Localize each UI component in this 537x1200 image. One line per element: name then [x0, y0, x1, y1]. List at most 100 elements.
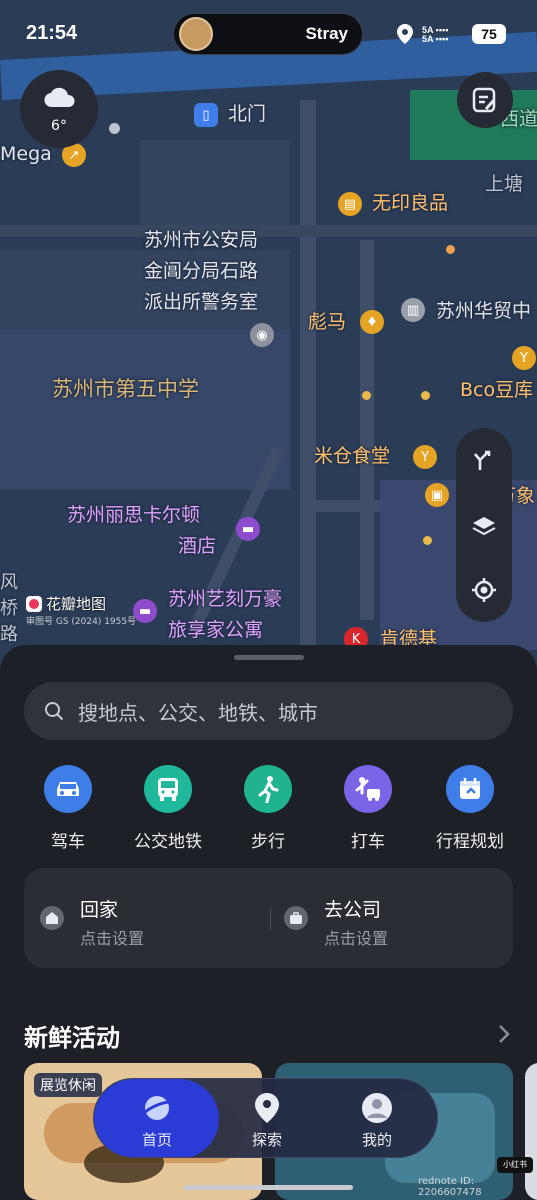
app-root: { "status_bar": { "time": "21:54", "now_…: [0, 0, 537, 1200]
puma-label[interactable]: 彪马: [308, 313, 346, 332]
route-split-icon: [474, 450, 491, 470]
quick-action-label: 公交地铁: [134, 832, 202, 852]
quick-action-taxi[interactable]: 打车: [320, 765, 416, 852]
clock: 21:54: [26, 22, 78, 44]
search-placeholder: 搜地点、公交、地铁、城市: [78, 700, 318, 725]
quick-action-label: 驾车: [51, 832, 85, 852]
nav-home[interactable]: 首页: [102, 1091, 212, 1150]
poi-dot: [423, 536, 432, 545]
search-input[interactable]: 搜地点、公交、地铁、城市: [24, 682, 513, 740]
bus-icon: [144, 765, 192, 813]
weather-widget[interactable]: 6°: [20, 70, 98, 148]
signal-bottom-label: 5A: [422, 34, 434, 44]
layers-button[interactable]: [456, 498, 512, 554]
school-label[interactable]: 苏州市第五中学: [52, 379, 199, 400]
album-art: [179, 17, 213, 51]
map-controls: [456, 428, 512, 622]
poi-dot: [446, 245, 455, 254]
planet-icon: [140, 1091, 174, 1125]
section-title: 新鲜活动: [24, 1024, 120, 1052]
police-label-line1[interactable]: 苏州市公安局: [144, 231, 258, 250]
nav-label: 探索: [251, 1131, 282, 1149]
hotel-pin-icon: ▬: [133, 599, 157, 623]
saved-places-card: 回家 点击设置 去公司 点击设置: [24, 868, 513, 968]
user-icon: [360, 1091, 394, 1125]
quick-action-drive[interactable]: 驾车: [20, 765, 116, 852]
status-bar: 21:54 Stray 5A ▪▪▪▪ 5A ▪▪▪▪ 75: [0, 0, 537, 70]
activity-tag: 展览休闲: [34, 1073, 102, 1097]
locate-me-button[interactable]: [456, 562, 512, 618]
nav-explore[interactable]: 探索: [212, 1091, 322, 1150]
briefcase-icon: [284, 906, 308, 930]
ritz-label-line1[interactable]: 苏州丽思卡尔顿: [67, 506, 200, 525]
bottom-nav: 首页 探索 我的: [93, 1078, 438, 1158]
quick-action-transit[interactable]: 公交地铁: [120, 765, 216, 852]
chevron-right-icon[interactable]: [496, 1023, 512, 1045]
crosshair-icon: [472, 578, 496, 602]
search-icon: [45, 702, 64, 721]
nav-label: 我的: [361, 1131, 392, 1149]
poi-dot: [109, 123, 120, 134]
layers-icon: [472, 517, 496, 536]
now-playing-island[interactable]: Stray: [173, 13, 363, 55]
poi-dot: [421, 391, 430, 400]
map-brand-label: 花瓣地图: [46, 595, 107, 613]
quick-action-label: 打车: [351, 832, 385, 852]
work-shortcut[interactable]: 去公司 点击设置: [268, 868, 508, 968]
food-pin-icon: Y: [512, 346, 536, 370]
yike-label-line1[interactable]: 苏州艺刻万豪: [168, 590, 282, 609]
quick-action-trip-planner[interactable]: 行程规划: [422, 765, 518, 852]
battery-indicator: 75: [472, 24, 506, 44]
quick-action-walk[interactable]: 步行: [220, 765, 316, 852]
home-icon: [40, 906, 64, 930]
watermark-text: rednote ID: 2206607478: [418, 1176, 482, 1198]
shangtang-label[interactable]: 上塘: [485, 175, 523, 194]
police-pin-icon: ◉: [250, 323, 274, 347]
weather-temperature: 6°: [51, 118, 67, 134]
nav-profile[interactable]: 我的: [322, 1091, 432, 1150]
huaban-map-logo-icon: [26, 595, 42, 612]
location-icon: [397, 24, 413, 44]
police-label-line3[interactable]: 派出所警务室: [144, 293, 258, 312]
work-subtitle: 点击设置: [324, 929, 389, 948]
ritz-label-line2[interactable]: 酒店: [178, 537, 216, 556]
rednote-logo: 小红书: [497, 1157, 533, 1173]
poi-dot: [362, 391, 371, 400]
home-subtitle: 点击设置: [80, 929, 145, 948]
mall-pin-icon: ▥: [401, 298, 425, 322]
cloud-icon: [44, 87, 75, 108]
calendar-icon: [446, 765, 494, 813]
taxi-icon: [344, 765, 392, 813]
mega-label[interactable]: Mega: [0, 145, 52, 164]
building-icon: ▯: [194, 103, 218, 127]
clothing-pin-icon: ♦: [360, 310, 384, 334]
quick-action-label: 行程规划: [436, 832, 504, 852]
nav-label: 首页: [141, 1131, 172, 1149]
route-button[interactable]: [456, 432, 512, 488]
note-button[interactable]: [457, 72, 513, 128]
quick-action-label: 步行: [251, 832, 285, 852]
now-playing-title: Stray: [305, 24, 348, 43]
edit-note-icon: [472, 87, 496, 113]
map-brand: 花瓣地图: [26, 593, 106, 614]
home-indicator[interactable]: [183, 1185, 353, 1190]
location-pin-icon: [250, 1091, 284, 1125]
muji-label[interactable]: 无印良品: [372, 194, 448, 213]
north-gate-label[interactable]: 北门: [228, 105, 266, 124]
left-road-label: 风 桥 路: [0, 572, 18, 645]
sheet-drag-handle[interactable]: [234, 655, 304, 660]
hotel-pin-icon: ▬: [236, 517, 260, 541]
shop-pin-icon: ▣: [425, 483, 449, 507]
micang-label[interactable]: 米仓食堂: [314, 447, 390, 466]
map-license: 审图号 GS (2024) 1955号: [26, 617, 137, 627]
police-label-line2[interactable]: 金阊分局石路: [144, 262, 258, 281]
huamao-label[interactable]: 苏州华贸中: [436, 302, 531, 321]
yike-label-line2[interactable]: 旅享家公寓: [168, 621, 263, 640]
signal-indicator: 5A ▪▪▪▪ 5A ▪▪▪▪: [422, 25, 449, 44]
car-icon: [44, 765, 92, 813]
shop-pin-icon: ▤: [338, 192, 362, 216]
bco-label[interactable]: Bco豆库: [460, 381, 533, 400]
home-shortcut[interactable]: 回家 点击设置: [24, 868, 264, 968]
walk-icon: [244, 765, 292, 813]
work-title: 去公司: [324, 899, 382, 921]
